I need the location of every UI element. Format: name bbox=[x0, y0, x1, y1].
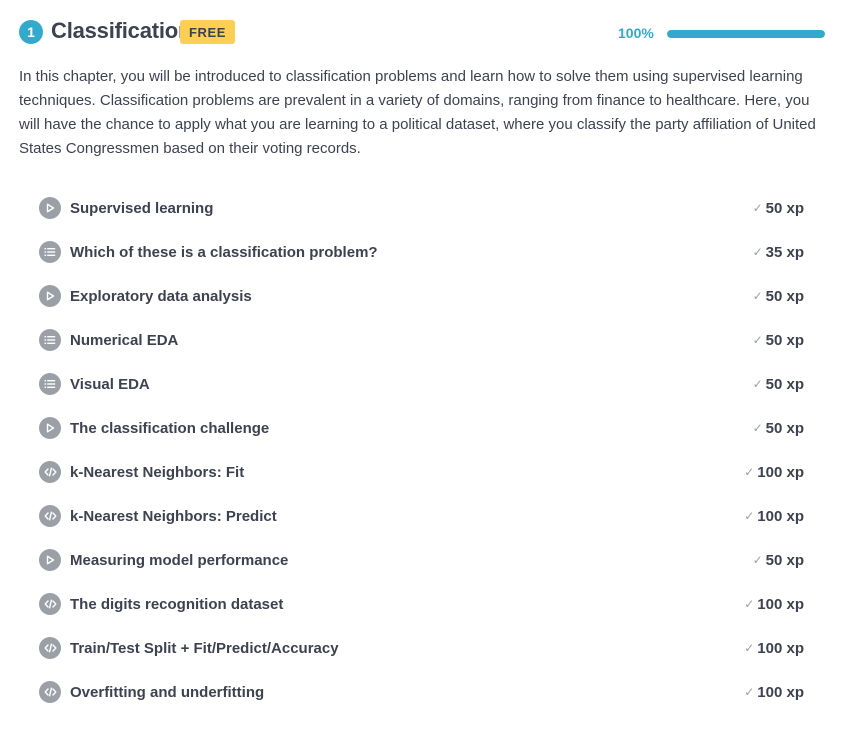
exercise-xp: ✓ 35 xp bbox=[753, 244, 804, 261]
code-icon bbox=[39, 505, 61, 527]
exercise-xp: ✓ 100 xp bbox=[744, 640, 804, 657]
exercise-xp: ✓ 50 xp bbox=[753, 420, 804, 437]
exercise-row[interactable]: Supervised learning ✓ 50 xp bbox=[30, 186, 816, 230]
check-icon: ✓ bbox=[752, 245, 763, 259]
exercise-xp: ✓ 50 xp bbox=[753, 552, 804, 569]
play-icon bbox=[39, 197, 61, 219]
check-icon: ✓ bbox=[744, 465, 755, 479]
exercise-title[interactable]: Overfitting and underfitting bbox=[70, 684, 744, 701]
check-icon: ✓ bbox=[752, 553, 763, 567]
check-icon: ✓ bbox=[744, 509, 755, 523]
exercise-xp: ✓ 100 xp bbox=[744, 508, 804, 525]
progress-bar-fill bbox=[667, 30, 825, 38]
exercise-title[interactable]: Train/Test Split + Fit/Predict/Accuracy bbox=[70, 640, 744, 657]
exercise-xp: ✓ 100 xp bbox=[744, 464, 804, 481]
exercise-title[interactable]: Numerical EDA bbox=[70, 332, 753, 349]
exercise-xp: ✓ 50 xp bbox=[753, 332, 804, 349]
exercise-title[interactable]: k-Nearest Neighbors: Fit bbox=[70, 464, 744, 481]
check-icon: ✓ bbox=[752, 289, 763, 303]
check-icon: ✓ bbox=[752, 333, 763, 347]
xp-value: 100 xp bbox=[757, 463, 804, 481]
check-icon: ✓ bbox=[752, 377, 763, 391]
xp-value: 50 xp bbox=[765, 331, 804, 349]
code-icon bbox=[39, 681, 61, 703]
exercise-row[interactable]: Which of these is a classification probl… bbox=[30, 230, 816, 274]
exercise-title[interactable]: Supervised learning bbox=[70, 200, 753, 217]
check-icon: ✓ bbox=[744, 641, 755, 655]
xp-value: 50 xp bbox=[765, 419, 804, 437]
code-icon bbox=[39, 637, 61, 659]
exercise-row[interactable]: The classification challenge ✓ 50 xp bbox=[30, 406, 816, 450]
free-badge: FREE bbox=[180, 20, 236, 44]
chapter-header: 1 Classification FREE 100% bbox=[19, 17, 825, 47]
xp-value: 100 xp bbox=[757, 639, 804, 657]
exercise-title[interactable]: k-Nearest Neighbors: Predict bbox=[70, 508, 744, 525]
exercise-title[interactable]: Which of these is a classification probl… bbox=[70, 244, 753, 261]
exercise-title[interactable]: The digits recognition dataset bbox=[70, 596, 744, 613]
code-icon bbox=[39, 593, 61, 615]
exercise-row[interactable]: k-Nearest Neighbors: Predict ✓ 100 xp bbox=[30, 494, 816, 538]
exercise-list: Supervised learning ✓ 50 xp Which of these … bbox=[30, 186, 816, 714]
xp-value: 100 xp bbox=[757, 507, 804, 525]
check-icon: ✓ bbox=[752, 201, 763, 215]
xp-value: 100 xp bbox=[757, 683, 804, 701]
exercise-row[interactable]: Numerical EDA ✓ 50 xp bbox=[30, 318, 816, 362]
exercise-xp: ✓ 50 xp bbox=[753, 200, 804, 217]
xp-value: 35 xp bbox=[765, 243, 804, 261]
list-icon bbox=[39, 241, 61, 263]
exercise-title[interactable]: Exploratory data analysis bbox=[70, 288, 753, 305]
exercise-xp: ✓ 100 xp bbox=[744, 596, 804, 613]
exercise-title[interactable]: Visual EDA bbox=[70, 376, 753, 393]
exercise-row[interactable]: Train/Test Split + Fit/Predict/Accuracy ✓… bbox=[30, 626, 816, 670]
xp-value: 50 xp bbox=[765, 199, 804, 217]
progress-label: 100% bbox=[618, 25, 654, 41]
exercise-row[interactable]: Measuring model performance ✓ 50 xp bbox=[30, 538, 816, 582]
exercise-row[interactable]: k-Nearest Neighbors: Fit ✓ 100 xp bbox=[30, 450, 816, 494]
xp-value: 50 xp bbox=[765, 287, 804, 305]
xp-value: 50 xp bbox=[765, 375, 804, 393]
exercise-row[interactable]: The digits recognition dataset ✓ 100 xp bbox=[30, 582, 816, 626]
exercise-xp: ✓ 100 xp bbox=[744, 684, 804, 701]
chapter-title[interactable]: Classification bbox=[51, 18, 191, 44]
exercise-row[interactable]: Overfitting and underfitting ✓ 100 xp bbox=[30, 670, 816, 714]
chapter-description: In this chapter, you will be introduced … bbox=[19, 68, 816, 157]
xp-value: 50 xp bbox=[765, 551, 804, 569]
exercise-row[interactable]: Visual EDA ✓ 50 xp bbox=[30, 362, 816, 406]
play-icon bbox=[39, 417, 61, 439]
check-icon: ✓ bbox=[752, 421, 763, 435]
exercise-title[interactable]: Measuring model performance bbox=[70, 552, 753, 569]
xp-value: 100 xp bbox=[757, 595, 804, 613]
check-icon: ✓ bbox=[744, 685, 755, 699]
check-icon: ✓ bbox=[744, 597, 755, 611]
exercise-row[interactable]: Exploratory data analysis ✓ 50 xp bbox=[30, 274, 816, 318]
play-icon bbox=[39, 549, 61, 571]
exercise-xp: ✓ 50 xp bbox=[753, 288, 804, 305]
list-icon bbox=[39, 373, 61, 395]
list-icon bbox=[39, 329, 61, 351]
exercise-xp: ✓ 50 xp bbox=[753, 376, 804, 393]
progress-bar bbox=[667, 30, 825, 38]
code-icon bbox=[39, 461, 61, 483]
chapter-number-badge: 1 bbox=[19, 20, 43, 44]
play-icon bbox=[39, 285, 61, 307]
exercise-title[interactable]: The classification challenge bbox=[70, 420, 753, 437]
